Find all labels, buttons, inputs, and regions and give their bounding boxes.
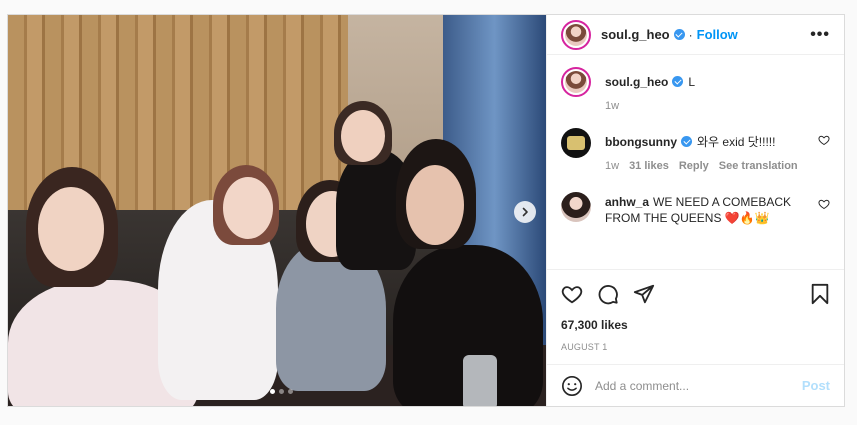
carousel-dot: [279, 389, 284, 394]
caption-text: L: [688, 75, 696, 89]
follow-button[interactable]: Follow: [697, 27, 738, 42]
comment-row: anhw_a WE NEED A COMEBACK FROM THE QUEENS…: [561, 192, 830, 226]
carousel-dot: [270, 389, 275, 394]
photo-face-5: [406, 165, 464, 245]
verified-icon: [673, 29, 685, 40]
comment-meta: 1w 31 likes Reply See translation: [605, 160, 810, 172]
post-photo[interactable]: [8, 15, 546, 406]
post-date[interactable]: AUGUST 1: [561, 342, 830, 352]
like-comment-heart-icon[interactable]: [818, 134, 830, 146]
comment-likes[interactable]: 31 likes: [629, 160, 669, 172]
commenter-avatar[interactable]: [561, 192, 591, 222]
caption-row: soul.g_heo L 1w: [561, 67, 830, 112]
dot-separator: ·: [688, 27, 693, 42]
caption-meta: 1w: [605, 100, 810, 112]
photo-face-1: [38, 187, 104, 271]
chevron-right-icon: [522, 207, 528, 217]
more-options-button[interactable]: •••: [810, 26, 830, 44]
post-header: soul.g_heo · Follow •••: [547, 15, 844, 55]
see-translation-button[interactable]: See translation: [719, 160, 798, 172]
comment-body: bbongsunny 와우 exid 닷!!!!! 1w 31 likes Rep…: [605, 128, 830, 172]
comment-username[interactable]: bbongsunny: [605, 135, 677, 149]
like-comment-heart-icon[interactable]: [818, 198, 830, 210]
verified-icon: [681, 136, 692, 147]
heart-icon[interactable]: [561, 283, 583, 305]
comment-input[interactable]: [595, 378, 802, 393]
next-slide-button[interactable]: [514, 201, 536, 223]
emoji-icon[interactable]: [561, 375, 583, 397]
instagram-post: soul.g_heo · Follow ••• soul.g_heo L 1w: [7, 14, 845, 407]
comment-icon[interactable]: [597, 283, 619, 305]
likes-count[interactable]: 67,300 likes: [561, 318, 830, 332]
author-avatar[interactable]: [561, 19, 591, 50]
photo-water-bottle: [463, 355, 497, 406]
action-icons: [561, 282, 830, 306]
photo-face-2: [223, 177, 273, 239]
add-comment-bar: Post: [547, 364, 844, 406]
author-username[interactable]: soul.g_heo: [601, 27, 670, 42]
post-comment-button[interactable]: Post: [802, 378, 830, 393]
share-icon[interactable]: [633, 283, 655, 305]
carousel-dot: [288, 389, 293, 394]
comment-username[interactable]: anhw_a: [605, 195, 649, 209]
post-side-panel: soul.g_heo · Follow ••• soul.g_heo L 1w: [546, 15, 844, 406]
comment-text: 와우 exid 닷!!!!!: [697, 135, 776, 149]
caption-avatar[interactable]: [561, 67, 591, 97]
comment-row: bbongsunny 와우 exid 닷!!!!! 1w 31 likes Rep…: [561, 128, 830, 172]
photo-face-4: [341, 110, 385, 162]
comment-body: anhw_a WE NEED A COMEBACK FROM THE QUEENS…: [605, 192, 830, 226]
comment-timestamp[interactable]: 1w: [605, 160, 619, 172]
action-bar: 67,300 likes AUGUST 1: [547, 269, 844, 352]
caption-body: soul.g_heo L 1w: [605, 67, 830, 112]
caption-timestamp[interactable]: 1w: [605, 100, 619, 112]
reply-button[interactable]: Reply: [679, 160, 709, 172]
verified-icon: [672, 76, 684, 87]
commenter-avatar[interactable]: [561, 128, 591, 158]
bookmark-icon[interactable]: [810, 283, 830, 305]
carousel-dots: [270, 389, 293, 394]
comments-section[interactable]: soul.g_heo L 1w bbongsunny 와우 exid 닷!!!!!: [547, 55, 844, 269]
caption-username[interactable]: soul.g_heo: [605, 75, 668, 89]
